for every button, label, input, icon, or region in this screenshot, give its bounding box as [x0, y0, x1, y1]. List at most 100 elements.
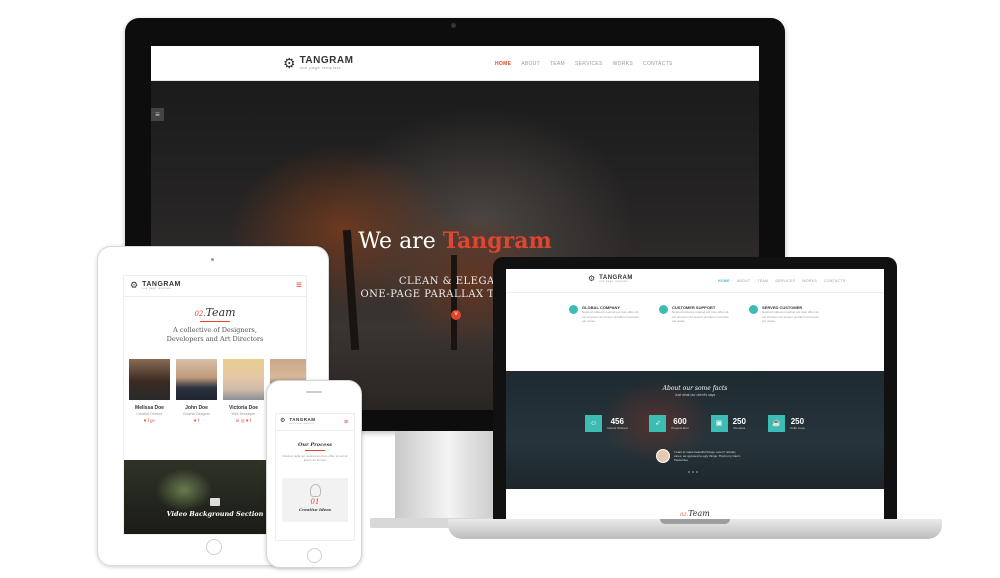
member-name: Victoria Doe: [228, 405, 259, 411]
member-role: Web Developer: [231, 412, 256, 416]
nav-services[interactable]: SERVICES: [575, 61, 603, 67]
logo[interactable]: ⚙ TANGRAM one page template: [588, 275, 633, 284]
member-role: Graphic Designer: [182, 412, 211, 416]
laptop-team-heading: 02.Team: [506, 509, 884, 518]
chevron-down-icon[interactable]: ˅: [451, 310, 461, 320]
counter-label: Domains: [733, 426, 746, 430]
support-icon: [659, 305, 668, 314]
hero-title-prefix: We are: [358, 229, 436, 254]
tablet-navbar: ⚙ TANGRAM one page template ≡: [124, 276, 306, 297]
step-label: Creative Ideas: [298, 507, 332, 512]
coffee-icon: ☕: [767, 415, 785, 432]
nav-home[interactable]: HOME: [718, 279, 730, 283]
nav-contacts[interactable]: CONTACTS: [824, 279, 845, 283]
counter-value: 600: [673, 417, 687, 426]
laptop: ⚙ TANGRAM one page template HOME ABOUT T…: [493, 257, 897, 519]
laptop-notch: [660, 519, 730, 524]
team-title: Team: [205, 306, 236, 319]
logo[interactable]: ⚙ TANGRAM one page template: [283, 55, 353, 71]
feature-desc: Nostrud nulla qui nostrud est irure offe…: [672, 310, 729, 323]
nav-team[interactable]: TEAM: [757, 279, 768, 283]
nav-about[interactable]: ABOUT: [737, 279, 751, 283]
facts-title: About our some facts: [662, 385, 728, 392]
team-desc-line1: A collective of Designers,: [173, 326, 257, 334]
counter-value: 250: [732, 417, 746, 426]
home-button[interactable]: [307, 548, 322, 563]
team-member-card[interactable]: Victoria Doe Web Developer in ◎ ♥ f: [223, 359, 264, 424]
desktop-nav-links: HOME ABOUT TEAM SERVICES WORKS CONTACTS: [495, 61, 673, 67]
feature-item: SERVED CUSTOMER Nostrud nulla qui nostru…: [749, 305, 821, 324]
counter-item: ☺ 456 Clients Worked: [585, 415, 627, 432]
counter-item: ➶ 600 Projects Run: [649, 415, 689, 432]
logo-tagline: one page template: [299, 65, 342, 70]
feature-desc: Nostrud nulla qui nostrud est irure offe…: [582, 310, 639, 323]
member-photo: [223, 359, 264, 400]
nav-services[interactable]: SERVICES: [775, 279, 795, 283]
features-row: GLOBAL COMPANY Nostrud nulla qui nostrud…: [506, 305, 884, 324]
member-name: John Doe: [185, 405, 208, 411]
briefcase-icon: ▣: [710, 415, 728, 432]
nav-works[interactable]: WORKS: [802, 279, 817, 283]
camera-icon: [211, 258, 214, 261]
team-member-card[interactable]: Melissa Doe Creative Director ♥ f g+: [129, 359, 170, 424]
nav-team[interactable]: TEAM: [550, 61, 565, 67]
camera-icon: [451, 23, 456, 28]
facts-section: About our some facts Just what our clien…: [506, 371, 884, 489]
logo[interactable]: ⚙ TANGRAM one page template: [280, 417, 316, 425]
lightbulb-icon: [310, 484, 321, 497]
team-desc-line2: Developers and Art Directors: [166, 335, 264, 343]
member-role: Creative Director: [136, 412, 163, 416]
carousel-dots[interactable]: [688, 471, 698, 473]
gear-icon: ⚙: [280, 418, 286, 425]
heart-icon: [749, 305, 758, 314]
nav-works[interactable]: WORKS: [613, 61, 633, 67]
laptop-navbar: ⚙ TANGRAM one page template HOME ABOUT T…: [506, 269, 884, 293]
member-social-icons[interactable]: ♥ f: [194, 418, 199, 423]
hero-title-name: Tangram: [442, 228, 552, 254]
counter-item: ☕ 250 Coffe Cups: [767, 415, 805, 432]
gear-icon: ⚙: [588, 274, 596, 284]
team-number: 02.: [680, 512, 689, 518]
desktop-navbar: ⚙ TANGRAM one page template HOME ABOUT T…: [151, 46, 759, 81]
laptop-screen: ⚙ TANGRAM one page template HOME ABOUT T…: [506, 269, 884, 519]
divider: [305, 450, 325, 451]
nav-home[interactable]: HOME: [495, 61, 511, 67]
hamburger-icon[interactable]: ≡: [344, 418, 348, 428]
hamburger-icon[interactable]: ≡: [151, 108, 164, 121]
users-icon: ☺: [585, 415, 603, 432]
member-photo: [129, 359, 170, 400]
testimonial-text: I want to make beautiful things, even if…: [674, 450, 741, 458]
team-title: Team: [688, 509, 710, 518]
counter-label: Clients Worked: [607, 426, 628, 430]
logo-tagline: one page template: [289, 422, 315, 425]
laptop-nav-links: HOME ABOUT TEAM SERVICES WORKS CONTACTS: [718, 279, 845, 283]
nav-contacts[interactable]: CONTACTS: [643, 61, 673, 67]
process-step-card[interactable]: 01 Creative Ideas: [282, 478, 348, 522]
counters-row: ☺ 456 Clients Worked ➶ 600 Projects Run …: [506, 415, 884, 432]
member-social-icons[interactable]: in ◎ ♥ f: [236, 418, 251, 424]
testimonial: I want to make beautiful things, even if…: [656, 449, 744, 463]
counter-item: ▣ 250 Domains: [710, 415, 746, 432]
avatar: [656, 449, 670, 463]
tree-trunk: [451, 255, 457, 350]
hamburger-icon[interactable]: ≡: [296, 281, 302, 291]
testimonial-author: Paula Doe: [674, 458, 689, 462]
gear-icon: ⚙: [130, 280, 139, 291]
counter-value: 250: [790, 417, 805, 426]
divider: [200, 321, 230, 322]
rocket-icon: ➶: [649, 415, 667, 432]
globe-icon: [569, 305, 578, 314]
team-member-card[interactable]: John Doe Graphic Designer ♥ f: [176, 359, 217, 424]
gear-icon: ⚙: [283, 55, 296, 71]
counter-value: 456: [610, 417, 624, 426]
feature-item: GLOBAL COMPANY Nostrud nulla qui nostrud…: [569, 305, 641, 324]
team-description: A collective of Designers, Developers an…: [124, 326, 306, 344]
logo[interactable]: ⚙ TANGRAM one page template: [130, 281, 181, 291]
member-social-icons[interactable]: ♥ f g+: [144, 418, 156, 423]
home-button[interactable]: [206, 539, 222, 555]
process-title: Our Process: [298, 442, 332, 448]
nav-about[interactable]: ABOUT: [521, 61, 540, 67]
member-name: Melissa Doe: [135, 405, 164, 411]
member-photo: [176, 359, 217, 400]
logo-tagline: one page template: [142, 287, 172, 290]
